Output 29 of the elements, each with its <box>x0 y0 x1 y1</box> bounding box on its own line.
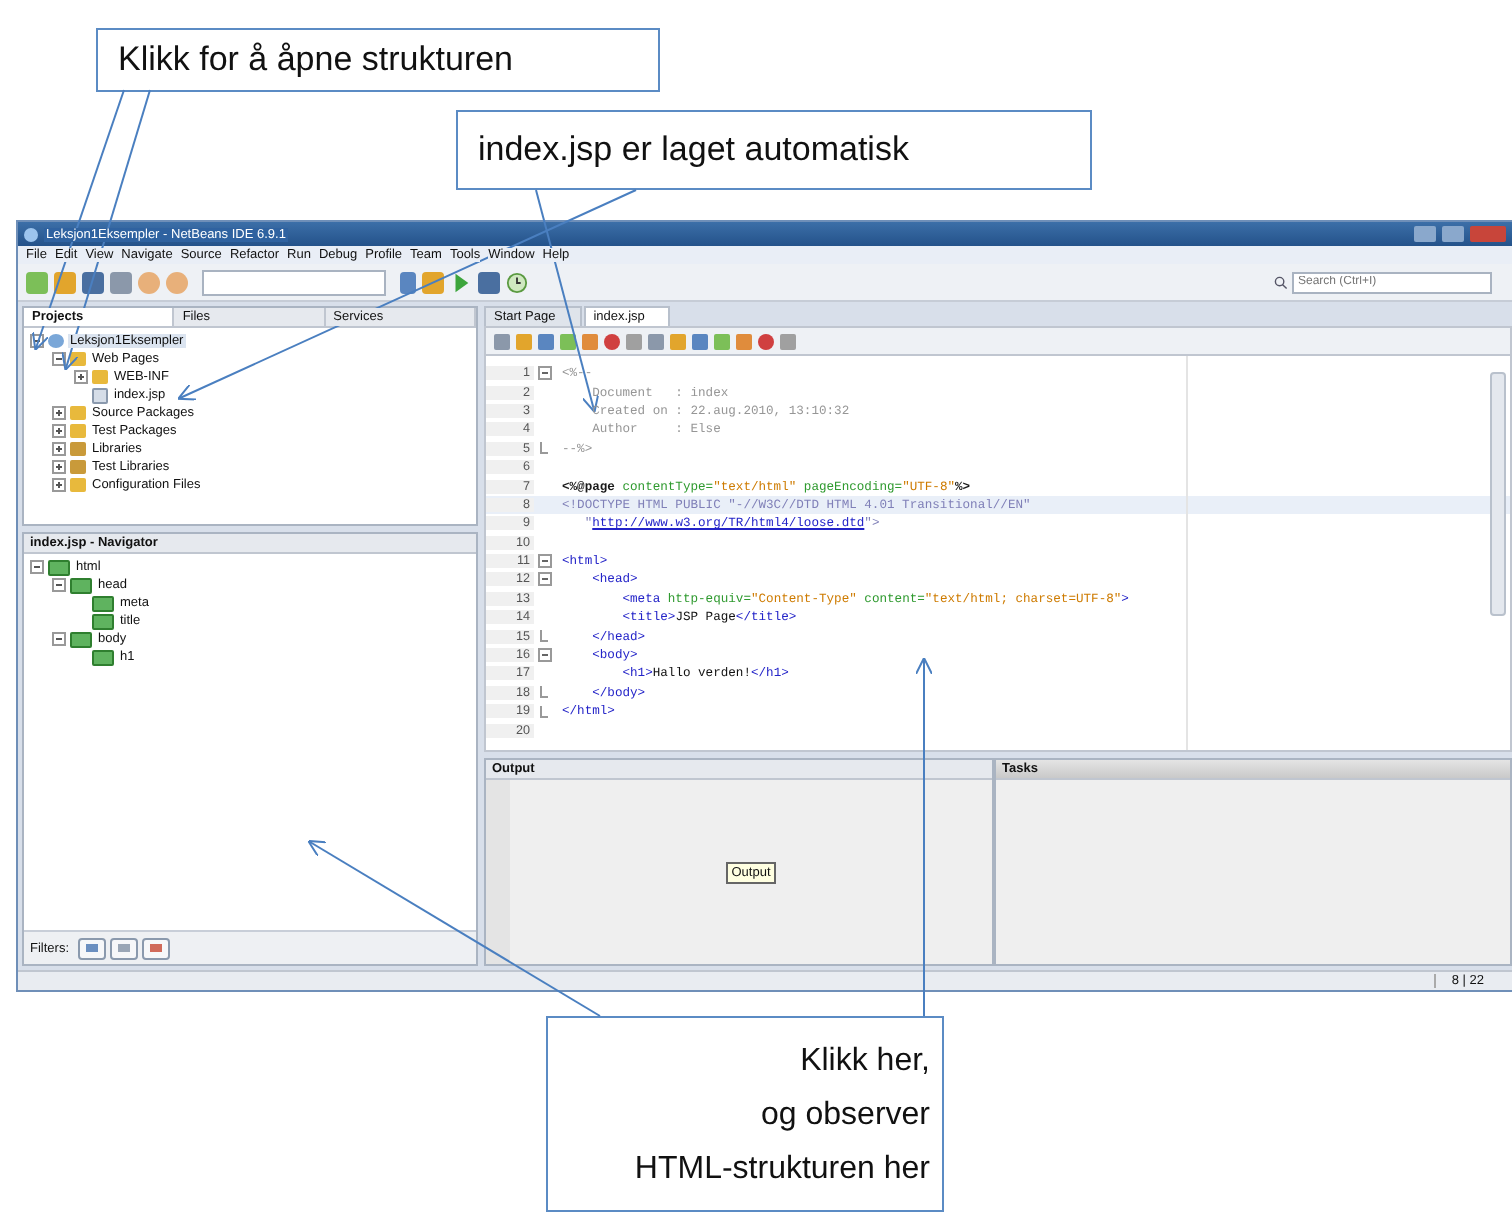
expand-toggle[interactable] <box>52 632 66 646</box>
fold-toggle[interactable] <box>537 648 551 663</box>
filter-button[interactable] <box>109 937 137 959</box>
expand-toggle[interactable] <box>52 460 66 474</box>
filter-button[interactable] <box>77 937 105 959</box>
fold-toggle[interactable] <box>537 366 551 381</box>
fold-end-mark <box>540 442 548 455</box>
expand-toggle[interactable] <box>52 578 66 592</box>
search-icon[interactable] <box>1274 275 1288 289</box>
callout-text: HTML-strukturen her <box>634 1150 930 1190</box>
clock-icon[interactable] <box>506 271 528 293</box>
expand-toggle[interactable] <box>52 442 66 456</box>
expand-toggle[interactable] <box>52 478 66 492</box>
file-icon <box>92 387 108 403</box>
callout-text: og observer <box>761 1096 930 1136</box>
scrollbar[interactable] <box>1490 372 1506 616</box>
callout-text: index.jsp er laget automatisk <box>478 130 911 170</box>
fold-end-mark <box>540 630 548 643</box>
filter-button[interactable] <box>141 937 169 959</box>
expand-toggle[interactable] <box>74 370 88 384</box>
callout-text: Klikk for å åpne strukturen <box>118 40 515 80</box>
callout-text: Klikk her, <box>800 1042 930 1082</box>
expand-toggle[interactable] <box>30 560 44 574</box>
configuration-dropdown[interactable] <box>202 269 386 295</box>
expand-toggle[interactable] <box>52 424 66 438</box>
run-icon[interactable] <box>450 271 472 293</box>
app-icon <box>24 227 38 241</box>
record-icon[interactable] <box>758 333 774 349</box>
expand-toggle[interactable] <box>52 406 66 420</box>
